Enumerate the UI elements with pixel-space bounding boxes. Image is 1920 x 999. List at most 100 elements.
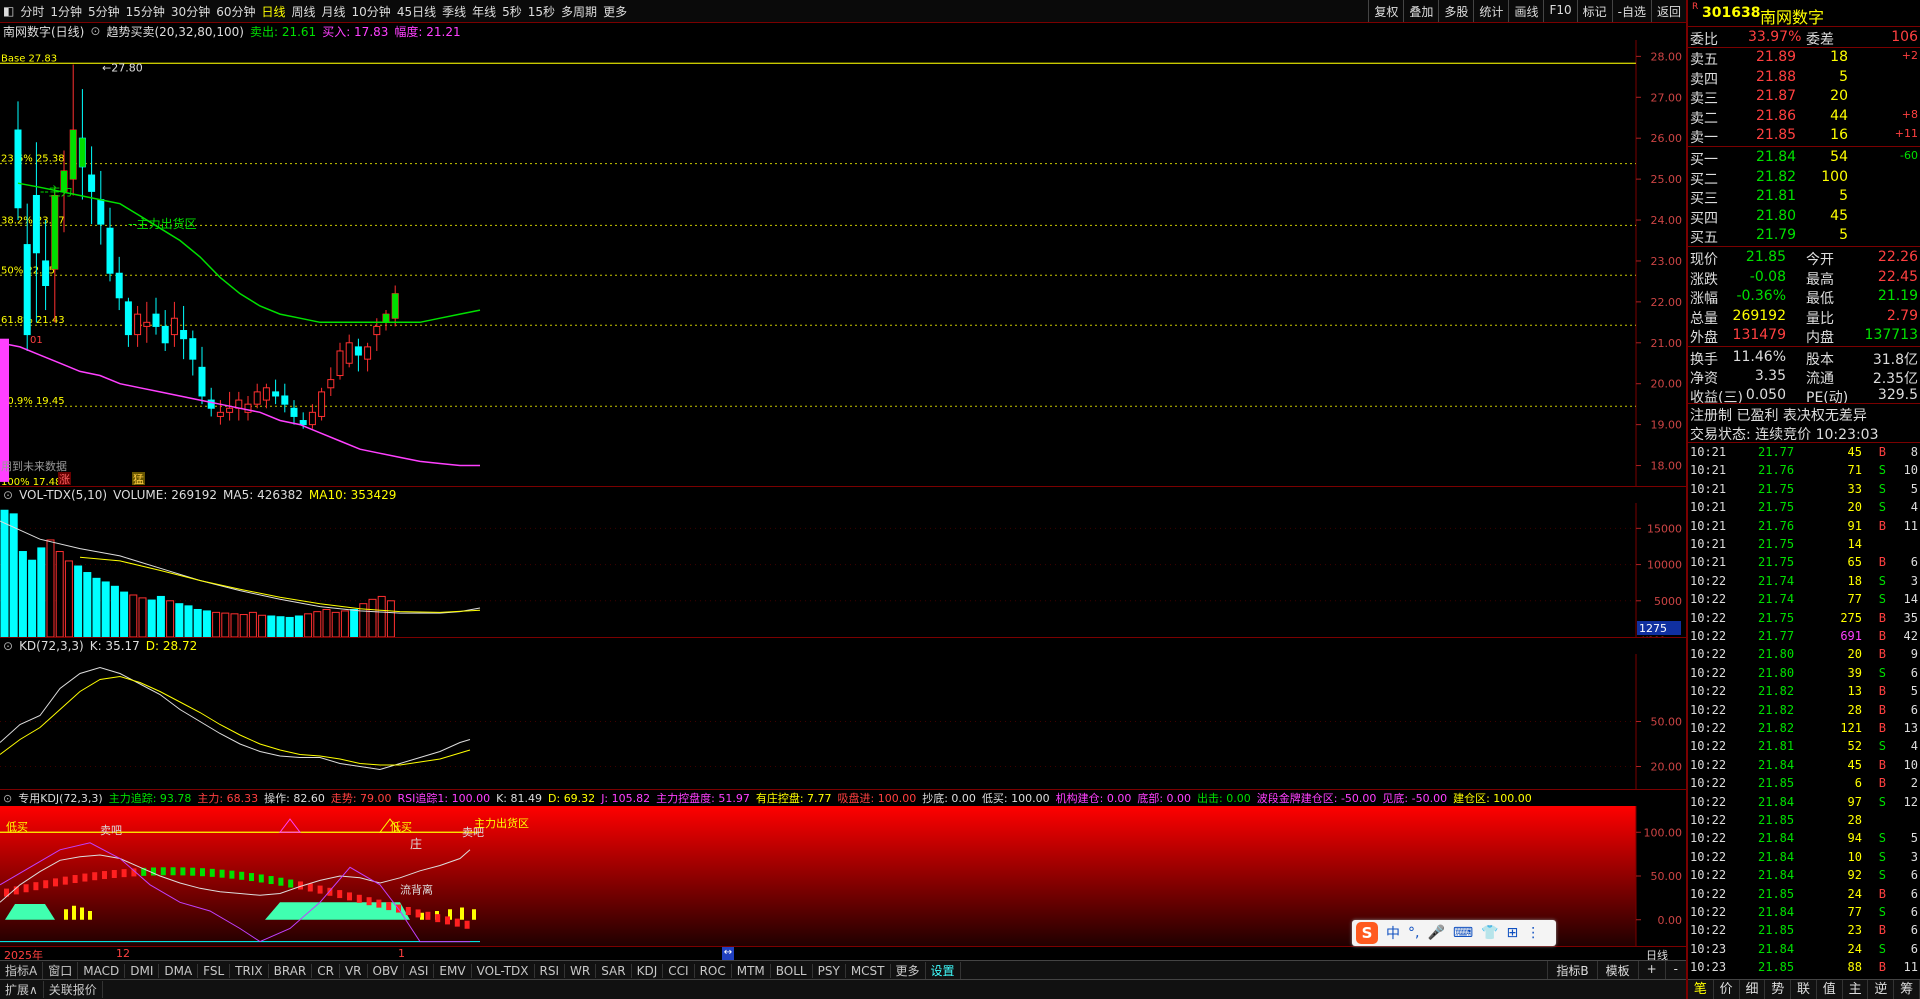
period-tab[interactable]: 5秒 bbox=[499, 3, 525, 20]
period-tab[interactable]: 15秒 bbox=[525, 3, 558, 20]
indicator-tab[interactable]: VR bbox=[340, 963, 368, 978]
indicator-tab[interactable]: 设置 bbox=[926, 962, 961, 979]
toolbar-button[interactable]: F10 bbox=[1543, 0, 1576, 22]
right-tab[interactable]: 势 bbox=[1765, 980, 1792, 999]
period-tab[interactable]: 年线 bbox=[469, 3, 499, 20]
toolbar-button[interactable]: 标记 bbox=[1576, 0, 1612, 22]
extend-tab[interactable]: 扩展∧ bbox=[0, 981, 44, 998]
period-tab[interactable]: 45日线 bbox=[394, 3, 439, 20]
period-tab[interactable]: 60分钟 bbox=[213, 3, 258, 20]
right-tab[interactable]: 联 bbox=[1791, 980, 1817, 999]
indicator-tab[interactable]: ASI bbox=[404, 963, 435, 978]
tick-cell: 10:22 bbox=[1690, 757, 1727, 772]
ime-more-icon[interactable]: ⋮ bbox=[1526, 925, 1540, 941]
toolbar-button[interactable]: 复权 bbox=[1368, 0, 1403, 22]
indicator-tab[interactable]: RSI bbox=[535, 963, 566, 978]
toolbar-button[interactable]: 画线 bbox=[1508, 0, 1543, 22]
price-chart[interactable]: 28.00 27.00 26.00 25.00 24.00 23.00 22.00 21.00… bbox=[0, 40, 1686, 486]
period-tab[interactable]: 5分钟 bbox=[85, 3, 123, 20]
indicator-tab-right[interactable]: - bbox=[1664, 961, 1686, 979]
tick-cell: 5 bbox=[1910, 481, 1918, 496]
indicator-tab[interactable]: ROC bbox=[695, 963, 732, 978]
tick-cell: 691 bbox=[1840, 629, 1862, 643]
ime-chinese-icon[interactable]: 中 bbox=[1386, 923, 1400, 943]
ime-punct-icon[interactable]: °, bbox=[1408, 925, 1419, 941]
collapse-icon[interactable]: ⊙ bbox=[0, 488, 16, 502]
chevron-icon[interactable]: ⊙ bbox=[87, 24, 103, 38]
indicator-tab[interactable]: PSY bbox=[813, 963, 846, 978]
indicator-tab[interactable]: 更多 bbox=[891, 962, 926, 979]
indicator-tab[interactable]: CCI bbox=[663, 963, 695, 978]
tick-cell: S bbox=[1878, 849, 1886, 864]
kd-d-line bbox=[0, 675, 471, 766]
indicator-tab[interactable]: KDJ bbox=[632, 963, 664, 978]
ime-skin-icon[interactable]: 👕 bbox=[1481, 925, 1498, 941]
indicator-tab[interactable]: DMI bbox=[125, 963, 160, 978]
right-tab[interactable]: 主 bbox=[1843, 980, 1869, 999]
tick-cell: 10:23 bbox=[1690, 941, 1727, 956]
tick-cell: 18 bbox=[1847, 573, 1862, 588]
ime-keyboard-icon[interactable]: ⌨ bbox=[1453, 925, 1473, 941]
collapse-icon[interactable]: ⊙ bbox=[0, 639, 16, 653]
indicator-tab[interactable]: BRAR bbox=[269, 963, 313, 978]
indicator-tab[interactable]: WR bbox=[565, 963, 597, 978]
indicator-tab-right[interactable]: 指标B bbox=[1547, 961, 1596, 979]
indicator-tab[interactable]: VOL-TDX bbox=[472, 963, 535, 978]
tick-row: 10:22 21.84 45 B 10 bbox=[1688, 757, 1920, 775]
period-tab[interactable]: 15分钟 bbox=[123, 3, 168, 20]
volume-header: ⊙ VOL-TDX(5,10) VOLUME: 269192 MA5: 4263… bbox=[0, 487, 1636, 503]
indicator-tab[interactable]: BOLL bbox=[771, 963, 813, 978]
right-tab[interactable]: 笔 bbox=[1688, 980, 1714, 999]
indicator-tab-right[interactable]: + bbox=[1637, 961, 1665, 979]
indicator-name[interactable]: 趋势买卖(20,32,80,100) bbox=[103, 23, 247, 40]
period-tab[interactable]: 分时 bbox=[17, 3, 47, 20]
indicator-tab[interactable]: TRIX bbox=[230, 963, 269, 978]
indicator-tab[interactable]: DMA bbox=[159, 963, 199, 978]
extend-tab[interactable]: 关联报价 bbox=[44, 981, 103, 998]
period-tab[interactable]: 30分钟 bbox=[168, 3, 213, 20]
kd-chart[interactable]: 50.00 20.00 bbox=[0, 654, 1686, 789]
period-tab[interactable]: 1分钟 bbox=[47, 3, 85, 20]
volume-name[interactable]: VOL-TDX(5,10) bbox=[16, 488, 110, 502]
period-tab[interactable]: 月线 bbox=[319, 3, 349, 20]
indicator-tab[interactable]: CR bbox=[312, 963, 340, 978]
indicator-tab[interactable]: FSL bbox=[198, 963, 231, 978]
right-tab[interactable]: 逆 bbox=[1868, 980, 1895, 999]
indicator-tab[interactable]: MCST bbox=[846, 963, 891, 978]
indicator-tab[interactable]: 窗口 bbox=[43, 962, 79, 979]
toolbar-button[interactable]: 统计 bbox=[1473, 0, 1508, 22]
tick-row: 10:22 21.80 20 B 9 bbox=[1688, 646, 1920, 664]
menu-icon[interactable]: ◧ bbox=[0, 4, 17, 18]
period-tab[interactable]: 季线 bbox=[439, 3, 469, 20]
scroll-marker[interactable]: ↔ bbox=[722, 947, 734, 960]
fund-value: 11.46% bbox=[1732, 349, 1786, 365]
right-tab[interactable]: 值 bbox=[1817, 980, 1843, 999]
indicator-tab[interactable]: OBV bbox=[368, 963, 405, 978]
volume-bar bbox=[294, 615, 303, 637]
indicator-tab[interactable]: MACD bbox=[78, 963, 126, 978]
period-tab[interactable]: 更多 bbox=[600, 3, 630, 20]
period-tab[interactable]: 多周期 bbox=[558, 3, 600, 20]
indicator-tab[interactable]: MTM bbox=[732, 963, 771, 978]
period-tab[interactable]: 10分钟 bbox=[349, 3, 394, 20]
toolbar-button[interactable]: -自选 bbox=[1611, 0, 1651, 22]
toolbar-button[interactable]: 叠加 bbox=[1403, 0, 1438, 22]
right-tab[interactable]: 细 bbox=[1740, 980, 1766, 999]
right-tab[interactable]: 价 bbox=[1714, 980, 1740, 999]
kd-name[interactable]: KD(72,3,3) bbox=[16, 639, 87, 653]
indicator-tab[interactable]: SAR bbox=[596, 963, 632, 978]
volume-chart[interactable]: 150001000050001275X100 bbox=[0, 503, 1686, 637]
period-tab[interactable]: 日线 bbox=[258, 3, 288, 20]
collapse-icon[interactable]: ⊙ bbox=[0, 792, 15, 805]
indicator-tab-right[interactable]: 模板 bbox=[1596, 961, 1638, 979]
indicator-tab[interactable]: 指标A bbox=[0, 962, 44, 979]
period-tab[interactable]: 周线 bbox=[289, 3, 319, 20]
ime-toolbar[interactable]: S 中 °, 🎤 ⌨ 👕 ⊞ ⋮ bbox=[1352, 920, 1556, 946]
toolbar-button[interactable]: 返回 bbox=[1650, 0, 1686, 22]
toolbar-button[interactable]: 多股 bbox=[1438, 0, 1473, 22]
tick-cell: 21.74 bbox=[1758, 592, 1795, 607]
right-tab[interactable]: 筹 bbox=[1894, 980, 1920, 999]
ime-mic-icon[interactable]: 🎤 bbox=[1427, 925, 1444, 941]
indicator-tab[interactable]: EMV bbox=[434, 963, 472, 978]
ime-apps-icon[interactable]: ⊞ bbox=[1507, 925, 1519, 941]
